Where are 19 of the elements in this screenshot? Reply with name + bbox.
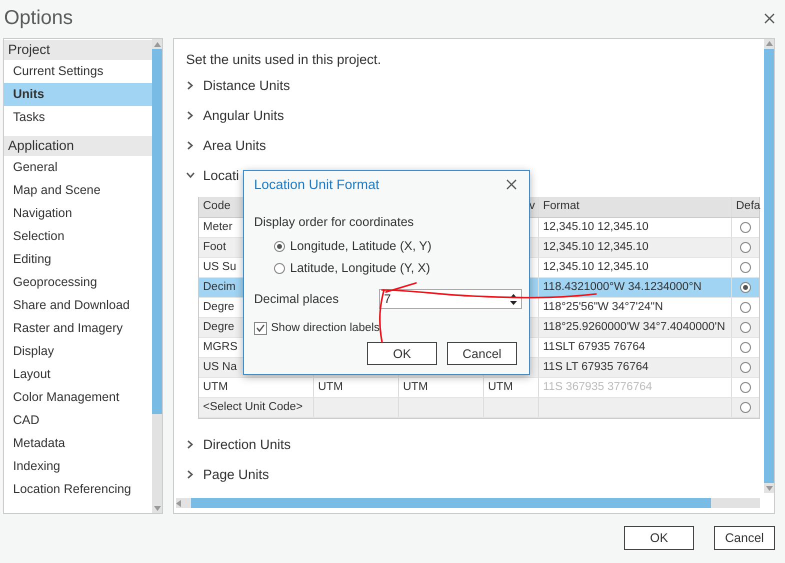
table-cell: <Select Unit Code> <box>199 398 314 417</box>
section-heading: Set the units used in this project. <box>186 51 382 69</box>
table-cell: UTM <box>484 378 539 397</box>
table-cell: 12,345.10 12,345.10 <box>539 218 732 237</box>
table-cell: 118.4321000°W 34.1234000°N <box>539 278 732 297</box>
table-cell: UTM <box>199 378 314 397</box>
table-cell: 118°25.9260000'W 34°7.4040000'N <box>539 318 732 337</box>
table-cell: UTM <box>399 378 484 397</box>
table-cell: UTM <box>314 378 399 397</box>
table-cell: 11S 367935 3776764 <box>539 378 732 397</box>
table-cell: 118°25'56"W 34°7'24"N <box>539 298 732 317</box>
section-header: Application <box>4 136 152 156</box>
table-cell: 12,345.10 12,345.10 <box>539 238 732 257</box>
dialog-title: Location Unit Format <box>254 177 380 192</box>
table-cell: 11SLT 67935 76764 <box>539 338 732 357</box>
section-header: Project <box>4 40 152 60</box>
table-cell: 12,345.10 12,345.10 <box>539 258 732 277</box>
window-title: Options <box>4 6 73 30</box>
table-cell: 11S LT 67935 76764 <box>539 358 732 377</box>
